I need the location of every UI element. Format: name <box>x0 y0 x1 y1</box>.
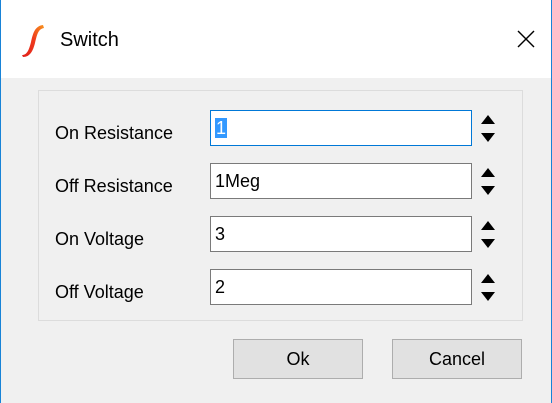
selected-text: 1 <box>215 118 228 138</box>
off-voltage-label: Off Voltage <box>55 282 144 302</box>
on-voltage-label: On Voltage <box>55 229 145 249</box>
spin-down-arrow-icon[interactable] <box>476 128 499 146</box>
spin-down-arrow-icon[interactable] <box>476 234 499 252</box>
off-voltage-input[interactable]: 2 <box>210 269 472 305</box>
off-resistance-input[interactable]: 1Meg <box>210 163 472 199</box>
on-resistance-label: On Resistance <box>55 123 174 143</box>
close-button[interactable] <box>501 0 551 78</box>
on-resistance-input[interactable]: 1 <box>210 110 472 146</box>
off-resistance-label: Off Resistance <box>55 176 173 196</box>
title-bar[interactable]: Switch <box>1 0 551 78</box>
simetrix-logo-icon <box>19 22 47 58</box>
off-resistance-spinner[interactable] <box>476 163 499 199</box>
on-voltage-input[interactable]: 3 <box>210 216 472 252</box>
on-voltage-spinner[interactable] <box>476 216 499 252</box>
spin-up-arrow-icon[interactable] <box>476 110 499 128</box>
on-resistance-spinner[interactable] <box>476 110 499 146</box>
spin-up-arrow-icon[interactable] <box>476 163 499 181</box>
off-voltage-spinner[interactable] <box>476 269 499 305</box>
ok-button[interactable]: Ok <box>233 339 363 379</box>
cancel-button[interactable]: Cancel <box>392 339 522 379</box>
switch-dialog: Switch On Resistance 1 Off Resistance 1M… <box>0 0 552 403</box>
spin-up-arrow-icon[interactable] <box>476 269 499 287</box>
window-title: Switch <box>60 29 119 51</box>
spin-up-arrow-icon[interactable] <box>476 216 499 234</box>
spin-down-arrow-icon[interactable] <box>476 181 499 199</box>
close-icon <box>517 30 535 48</box>
spin-down-arrow-icon[interactable] <box>476 287 499 305</box>
